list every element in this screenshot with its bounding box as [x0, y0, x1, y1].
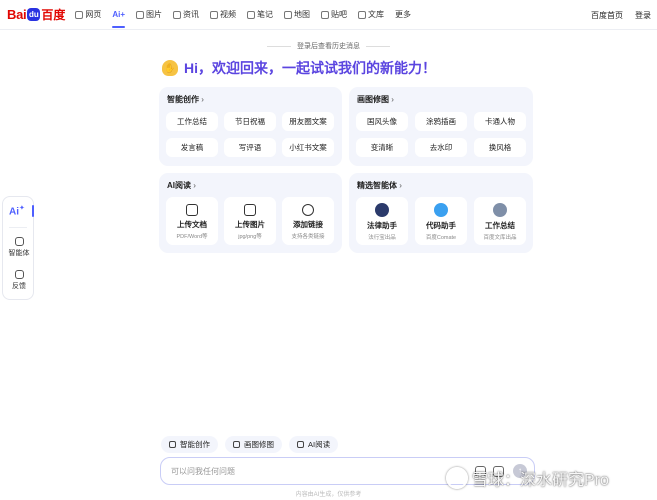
baidu-logo[interactable]: Bai du 百度: [7, 0, 65, 30]
tile-upload-image[interactable]: 上传图片 jpg/png等: [224, 197, 276, 245]
pill-remove-watermark[interactable]: 去水印: [415, 138, 467, 157]
tab-more[interactable]: 更多: [395, 0, 411, 30]
tab-news[interactable]: 资讯: [173, 0, 199, 30]
tab-web[interactable]: 网页: [75, 0, 101, 30]
card-ai-reading: AI阅读 上传文档 PDF/Word等 上传图片 jpg/png等 添加链接 支…: [159, 173, 342, 253]
pill-guofeng-avatar[interactable]: 国风头像: [356, 112, 408, 131]
forum-icon: [321, 10, 330, 19]
card-title-creation[interactable]: 智能创作: [167, 94, 204, 105]
rail-divider: [9, 227, 27, 228]
pill-cartoon[interactable]: 卡通人物: [474, 112, 526, 131]
top-nav-bar: Bai du 百度 网页 Ai+ 图片 资讯 视频 笔记 地图 贴吧 文库 更多…: [0, 0, 657, 30]
tab-wenku[interactable]: 文库: [358, 0, 384, 30]
picture-icon: [244, 204, 256, 216]
image-icon: [136, 10, 145, 19]
work-summary-avatar: [493, 203, 507, 217]
rail-agent-button[interactable]: 智能体: [3, 237, 35, 258]
legal-assistant-avatar: [375, 203, 389, 217]
tab-notes[interactable]: 笔记: [247, 0, 273, 30]
pill-doodle[interactable]: 涂鸦插画: [415, 112, 467, 131]
card-featured-agents: 精选智能体 法律助手 法行宝出品 代码助手 百度Comate 工作总结 百度文库…: [349, 173, 533, 253]
card-title-image-edit[interactable]: 画图修图: [357, 94, 394, 105]
image-icon: [233, 441, 240, 448]
tab-images[interactable]: 图片: [136, 0, 162, 30]
login-link[interactable]: 登录: [635, 10, 651, 21]
card-title-ai-reading[interactable]: AI阅读: [167, 180, 196, 191]
rail-feedback-button[interactable]: 反馈: [3, 270, 35, 291]
nav-tabs: 网页 Ai+ 图片 资讯 视频 笔记 地图 贴吧 文库 更多: [75, 0, 422, 30]
rail-ai-button[interactable]: Ai✦: [9, 204, 25, 217]
video-icon: [210, 10, 219, 19]
pill-xiaohongshu-copy[interactable]: 小红书文案: [282, 138, 334, 157]
pill-change-style[interactable]: 换风格: [474, 138, 526, 157]
note-icon: [247, 10, 256, 19]
tile-work-summary-agent[interactable]: 工作总结 百度文库出品: [474, 197, 526, 245]
tab-ai-plus[interactable]: Ai+: [112, 0, 125, 30]
folder-icon: [186, 204, 198, 216]
top-right-links: 百度首页 登录: [579, 0, 651, 30]
left-rail: Ai✦ 智能体 反馈: [2, 196, 34, 300]
quick-chips: 智能创作 画图修图 AI阅读: [161, 436, 345, 453]
chip-ai-reading[interactable]: AI阅读: [289, 436, 339, 453]
chip-image-edit[interactable]: 画图修图: [225, 436, 282, 453]
reading-icon: [297, 441, 304, 448]
tab-map[interactable]: 地图: [284, 0, 310, 30]
tab-video[interactable]: 视频: [210, 0, 236, 30]
tile-code-assistant[interactable]: 代码助手 百度Comate: [415, 197, 467, 245]
news-icon: [173, 10, 182, 19]
search-icon: [75, 10, 84, 19]
pill-speech[interactable]: 发言稿: [166, 138, 218, 157]
chat-input[interactable]: [171, 465, 451, 478]
waving-hand-icon: ✋: [162, 60, 178, 76]
pill-holiday-greeting[interactable]: 节日祝福: [224, 112, 276, 131]
pill-comments[interactable]: 写评语: [224, 138, 276, 157]
map-icon: [284, 10, 293, 19]
chip-smart-creation[interactable]: 智能创作: [161, 436, 218, 453]
pen-icon: [169, 441, 176, 448]
tile-add-link[interactable]: 添加链接 支持各类链接: [282, 197, 334, 245]
logo-latin: Bai: [7, 7, 27, 22]
agent-icon: [14, 237, 24, 246]
baidu-home-link[interactable]: 百度首页: [591, 10, 623, 21]
snowball-logo-icon: [446, 467, 468, 489]
tab-tieba[interactable]: 贴吧: [321, 0, 347, 30]
feedback-icon: [14, 270, 24, 279]
ai-disclaimer: 内容由AI生成，仅供参考: [295, 492, 362, 498]
card-image-edit: 画图修图 国风头像 涂鸦插画 卡通人物 变清晰 去水印 换风格: [349, 87, 533, 166]
globe-icon: [302, 204, 314, 216]
pill-sharpen[interactable]: 变清晰: [356, 138, 408, 157]
watermark: 雪球：深水研究Pro: [446, 466, 609, 490]
pill-moments-copy[interactable]: 朋友圈文案: [282, 112, 334, 131]
logo-cn: 百度: [41, 8, 66, 22]
welcome-heading: ✋ Hi，欢迎回来，一起试试我们的新能力！: [162, 58, 436, 78]
history-hint[interactable]: 登录后查看历史消息: [0, 41, 657, 51]
card-title-agents[interactable]: 精选智能体: [357, 180, 402, 191]
card-smart-creation: 智能创作 工作总结 节日祝福 朋友圈文案 发言稿 写评语 小红书文案: [159, 87, 342, 166]
tile-legal-assistant[interactable]: 法律助手 法行宝出品: [356, 197, 408, 245]
pill-work-summary[interactable]: 工作总结: [166, 112, 218, 131]
tile-upload-document[interactable]: 上传文档 PDF/Word等: [166, 197, 218, 245]
paw-icon: du: [27, 8, 41, 21]
sparkle-icon: ✦: [19, 205, 25, 212]
code-assistant-avatar: [434, 203, 448, 217]
library-icon: [358, 10, 367, 19]
rail-active-indicator: [32, 205, 34, 217]
